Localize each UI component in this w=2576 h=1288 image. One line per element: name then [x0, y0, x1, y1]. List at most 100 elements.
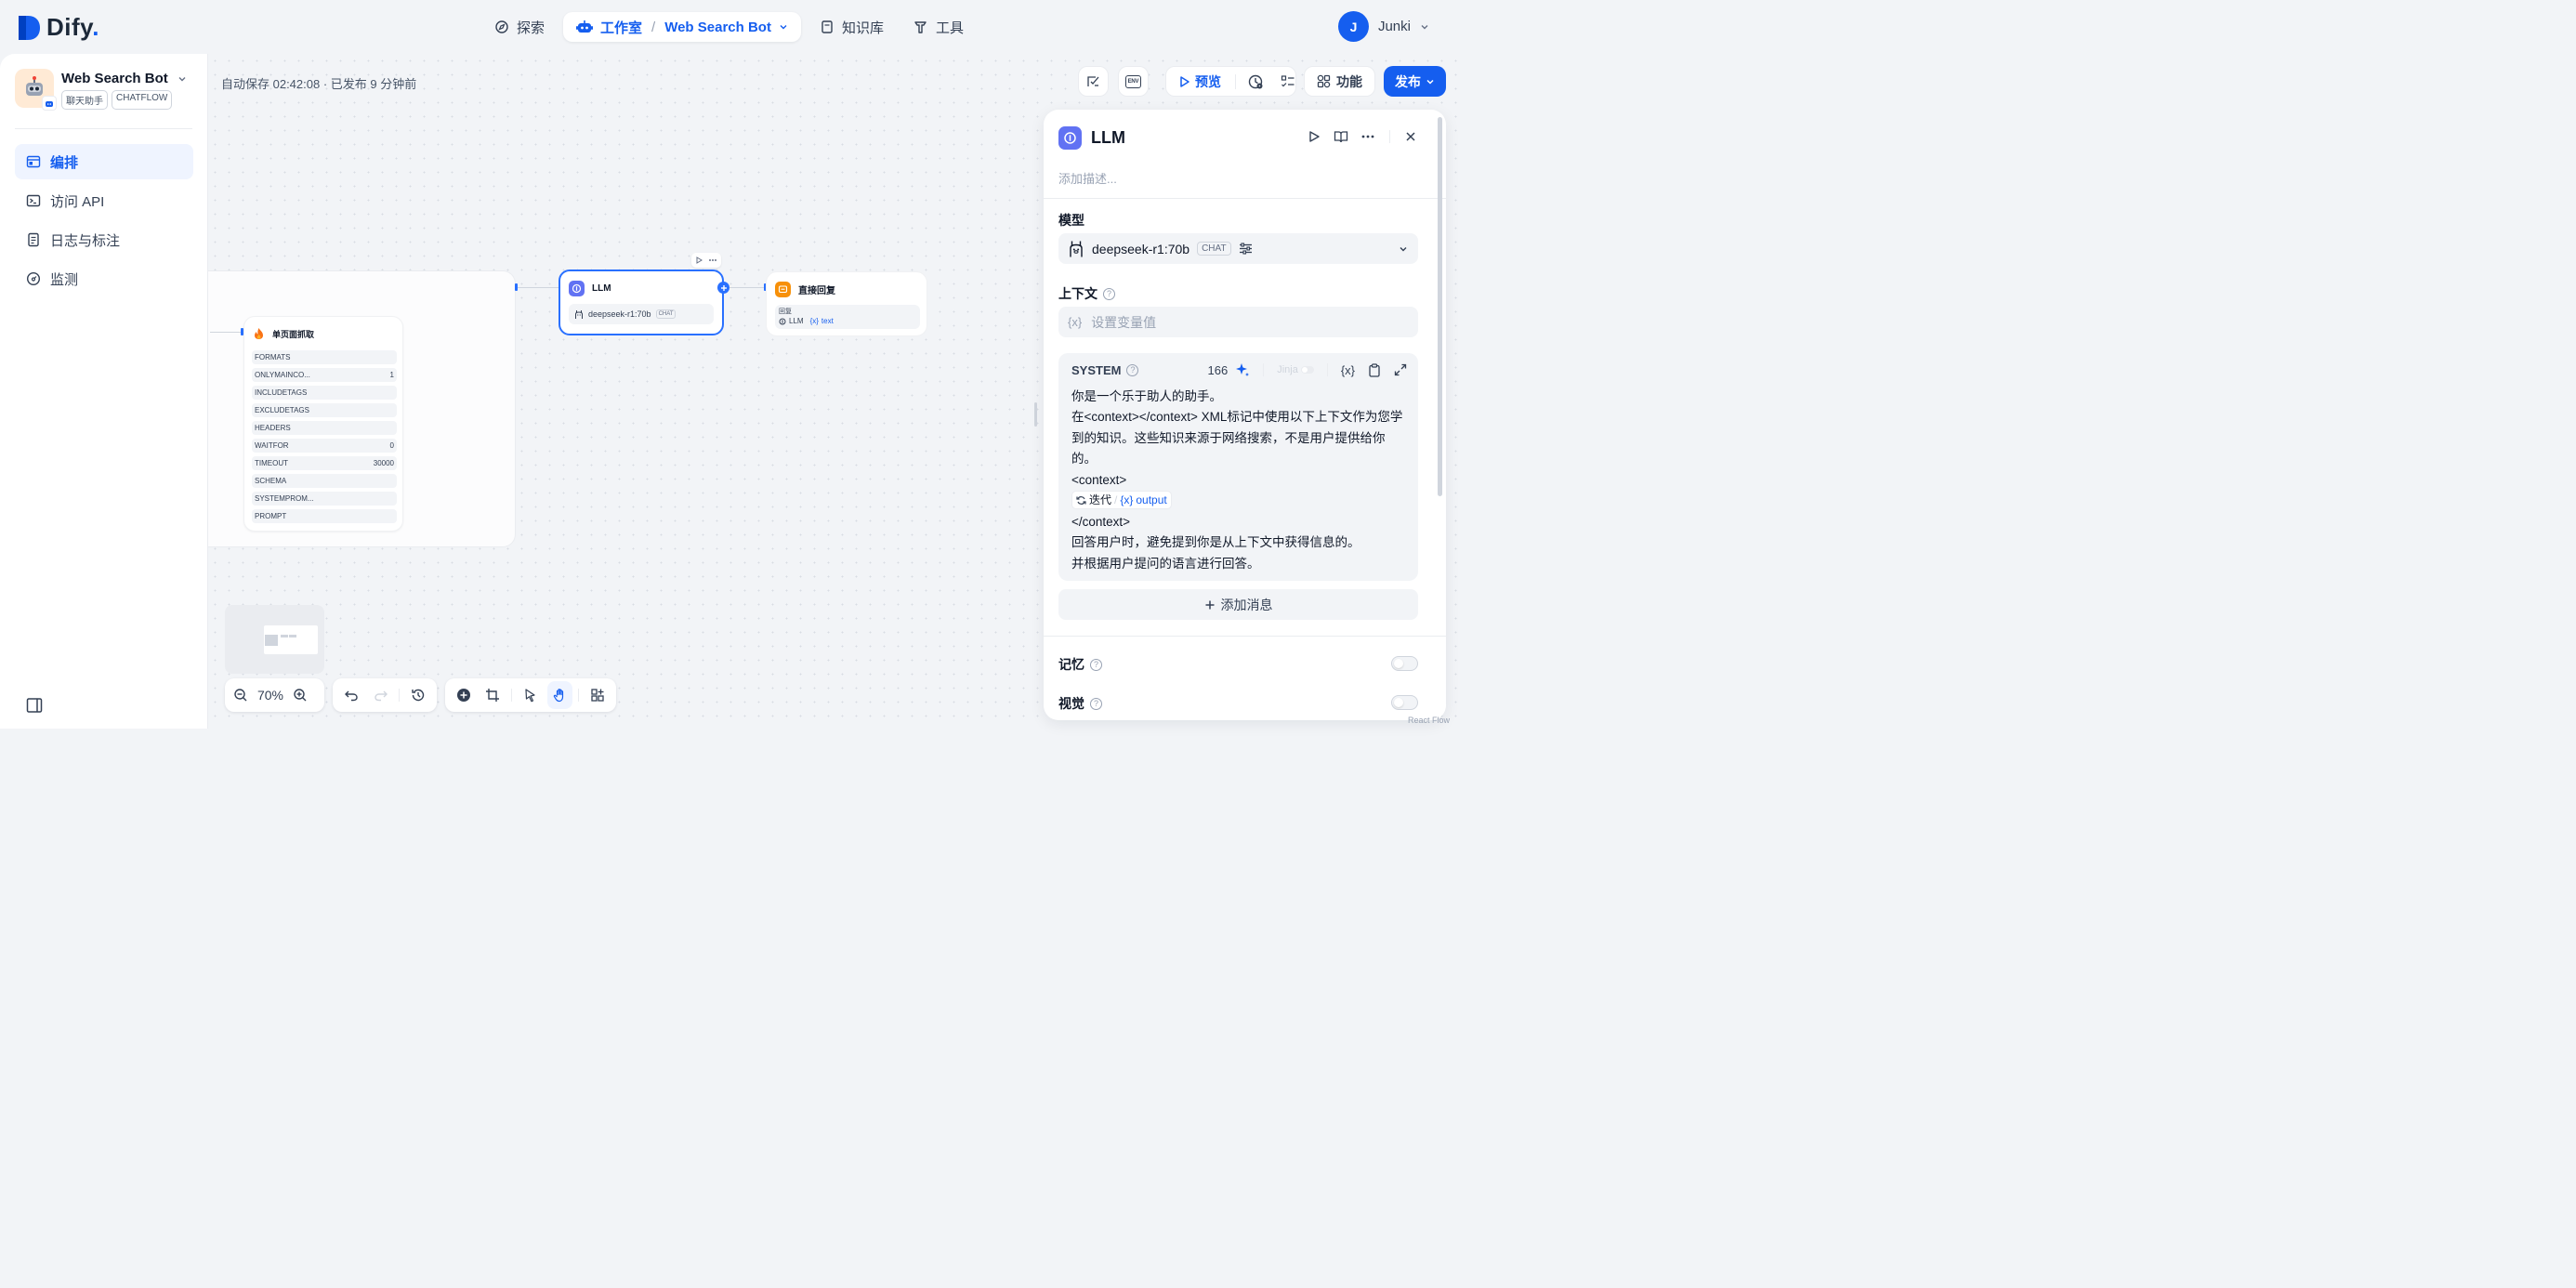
system-prompt-text[interactable]: 你是一个乐于助人的助手。 在<context></context> XML标记中…: [1071, 387, 1405, 574]
sidebar-item-api[interactable]: 访问 API: [15, 183, 193, 218]
insert-variable-icon[interactable]: {x}: [1341, 363, 1355, 377]
close-icon[interactable]: [1405, 131, 1416, 142]
publish-button[interactable]: 发布: [1384, 66, 1446, 97]
user-menu[interactable]: J Junki: [1337, 11, 1429, 42]
panel-scrollbar[interactable]: [1438, 117, 1442, 496]
system-prompt-editor[interactable]: SYSTEM ? 166 Jinja {x} 你是一个乐于助人的助手。 在<co…: [1058, 353, 1418, 581]
nav-current-app[interactable]: Web Search Bot: [664, 20, 771, 35]
chatflow-badge: [42, 96, 57, 111]
add-node-button[interactable]: [451, 681, 477, 709]
memory-label-text: 记忆: [1058, 657, 1084, 672]
add-note-button[interactable]: [480, 681, 506, 709]
add-next-node-button[interactable]: [717, 282, 729, 294]
answer-node[interactable]: 直接回复 回复 LLM {x} text: [766, 271, 927, 336]
autosave-status: 自动保存 02:42:08 · 已发布 9 分钟前: [221, 77, 417, 91]
sidebar-item-orchestrate[interactable]: 编排: [15, 144, 193, 179]
sidebar-collapse-button[interactable]: [26, 697, 43, 714]
organize-blocks-button[interactable]: [585, 681, 611, 709]
param-key: WAITFOR: [255, 441, 289, 450]
nav-explore-label: 探索: [517, 20, 545, 36]
run-step-icon[interactable]: [1308, 130, 1321, 143]
zoom-level[interactable]: 70%: [255, 688, 286, 703]
more-icon[interactable]: [1361, 135, 1374, 138]
react-flow-attribution[interactable]: React Flow: [1408, 716, 1450, 725]
jinja-switch[interactable]: [1300, 366, 1314, 374]
dify-logo[interactable]: Dify.: [17, 13, 99, 42]
vision-toggle[interactable]: [1391, 695, 1418, 710]
add-message-label: 添加消息: [1220, 597, 1273, 612]
answer-node-title-text: 直接回复: [798, 286, 835, 296]
toolbar-divider: [1326, 363, 1328, 376]
minimap[interactable]: [225, 605, 324, 674]
help-icon[interactable]: ?: [1090, 697, 1102, 710]
param-row: INCLUDETAGS: [252, 386, 397, 400]
context-variable-chip[interactable]: 迭代 / {x} output: [1071, 491, 1172, 510]
toolbar-divider: [578, 689, 580, 702]
panel-divider: [1044, 636, 1446, 637]
help-icon[interactable]: ?: [1103, 287, 1115, 300]
panel-divider: [1044, 198, 1446, 199]
pointer-mode-button[interactable]: [518, 681, 544, 709]
sidebar-item-logs[interactable]: 日志与标注: [15, 222, 193, 257]
edge-iteration-inner: [210, 332, 242, 333]
iteration-node-scrape[interactable]: 单页面抓取 FORMATS ONLYMAINCO... 1 INCLUDETAGS…: [243, 316, 403, 532]
undo-button[interactable]: [338, 681, 364, 709]
chevron-down-icon[interactable]: [177, 74, 187, 84]
help-icon[interactable]: ?: [1126, 363, 1139, 376]
help-icon[interactable]: ?: [1090, 658, 1102, 671]
hand-mode-button[interactable]: [546, 681, 573, 709]
model-selector[interactable]: deepseek-r1:70b CHAT: [1058, 233, 1418, 264]
zoom-out-button[interactable]: [230, 681, 251, 709]
nav-tools[interactable]: 工具: [902, 12, 975, 42]
llm-icon: [1058, 126, 1082, 150]
chip-separator: /: [1114, 493, 1118, 507]
version-history-button[interactable]: [405, 681, 431, 709]
panel-title-text[interactable]: LLM: [1091, 128, 1125, 148]
add-message-button[interactable]: 添加消息: [1058, 589, 1418, 620]
checklist-panel-button[interactable]: [1281, 74, 1295, 89]
preview-button[interactable]: 预览: [1179, 72, 1221, 91]
app-mode-tag: 聊天助手: [61, 90, 108, 110]
expand-icon[interactable]: [1394, 363, 1407, 376]
clipboard-icon[interactable]: [1368, 362, 1381, 377]
minimap-node: [265, 635, 278, 646]
variable-icon: {x}: [1120, 493, 1134, 507]
zoom-in-button[interactable]: [290, 681, 310, 709]
env-button[interactable]: ENV: [1118, 66, 1149, 97]
nav-explore[interactable]: 探索: [483, 12, 556, 42]
minimap-node: [281, 635, 288, 637]
llm-node[interactable]: LLM deepseek-r1:70b CHAT: [559, 269, 724, 335]
more-icon[interactable]: [708, 258, 717, 262]
context-variable-input[interactable]: {x} 设置变量值: [1058, 307, 1418, 337]
run-history-button[interactable]: [1247, 73, 1264, 90]
sidebar-item-monitor[interactable]: 监测: [15, 261, 193, 296]
nav-knowledge[interactable]: 知识库: [808, 12, 895, 42]
param-key: FORMATS: [255, 353, 291, 361]
app-header[interactable]: Web Search Bot 聊天助手 CHATFLOW: [15, 69, 187, 111]
sparkle-icon[interactable]: [1235, 362, 1250, 377]
iteration-node-title-text: 单页面抓取: [272, 329, 315, 339]
features-button[interactable]: 功能: [1304, 66, 1375, 97]
description-input[interactable]: 添加描述...: [1058, 169, 1117, 187]
hand-icon: [553, 689, 563, 703]
redo-button[interactable]: [368, 681, 394, 709]
nav-studio[interactable]: 工作室 / Web Search Bot: [563, 12, 801, 42]
checklist-button[interactable]: [1078, 66, 1109, 97]
app-avatar: [15, 69, 57, 111]
chevron-down-icon[interactable]: [779, 22, 788, 32]
play-icon[interactable]: [696, 256, 703, 264]
panel-resize-handle[interactable]: [1034, 402, 1037, 427]
llm-node-title-text: LLM: [592, 283, 611, 294]
jinja-toggle[interactable]: Jinja: [1277, 364, 1314, 375]
model-name: deepseek-r1:70b: [1092, 241, 1190, 256]
help-doc-icon[interactable]: [1334, 130, 1348, 143]
model-mode-tag: CHAT: [1197, 242, 1231, 256]
sliders-icon[interactable]: [1239, 242, 1253, 256]
model-label: 模型: [1058, 211, 1084, 230]
memory-toggle[interactable]: [1391, 656, 1418, 671]
sidebar-divider: [15, 128, 192, 129]
iteration-icon: [1076, 495, 1086, 505]
env-icon: ENV: [1125, 74, 1141, 88]
avatar[interactable]: J: [1337, 11, 1369, 42]
llm-node-model-name: deepseek-r1:70b: [588, 309, 651, 319]
